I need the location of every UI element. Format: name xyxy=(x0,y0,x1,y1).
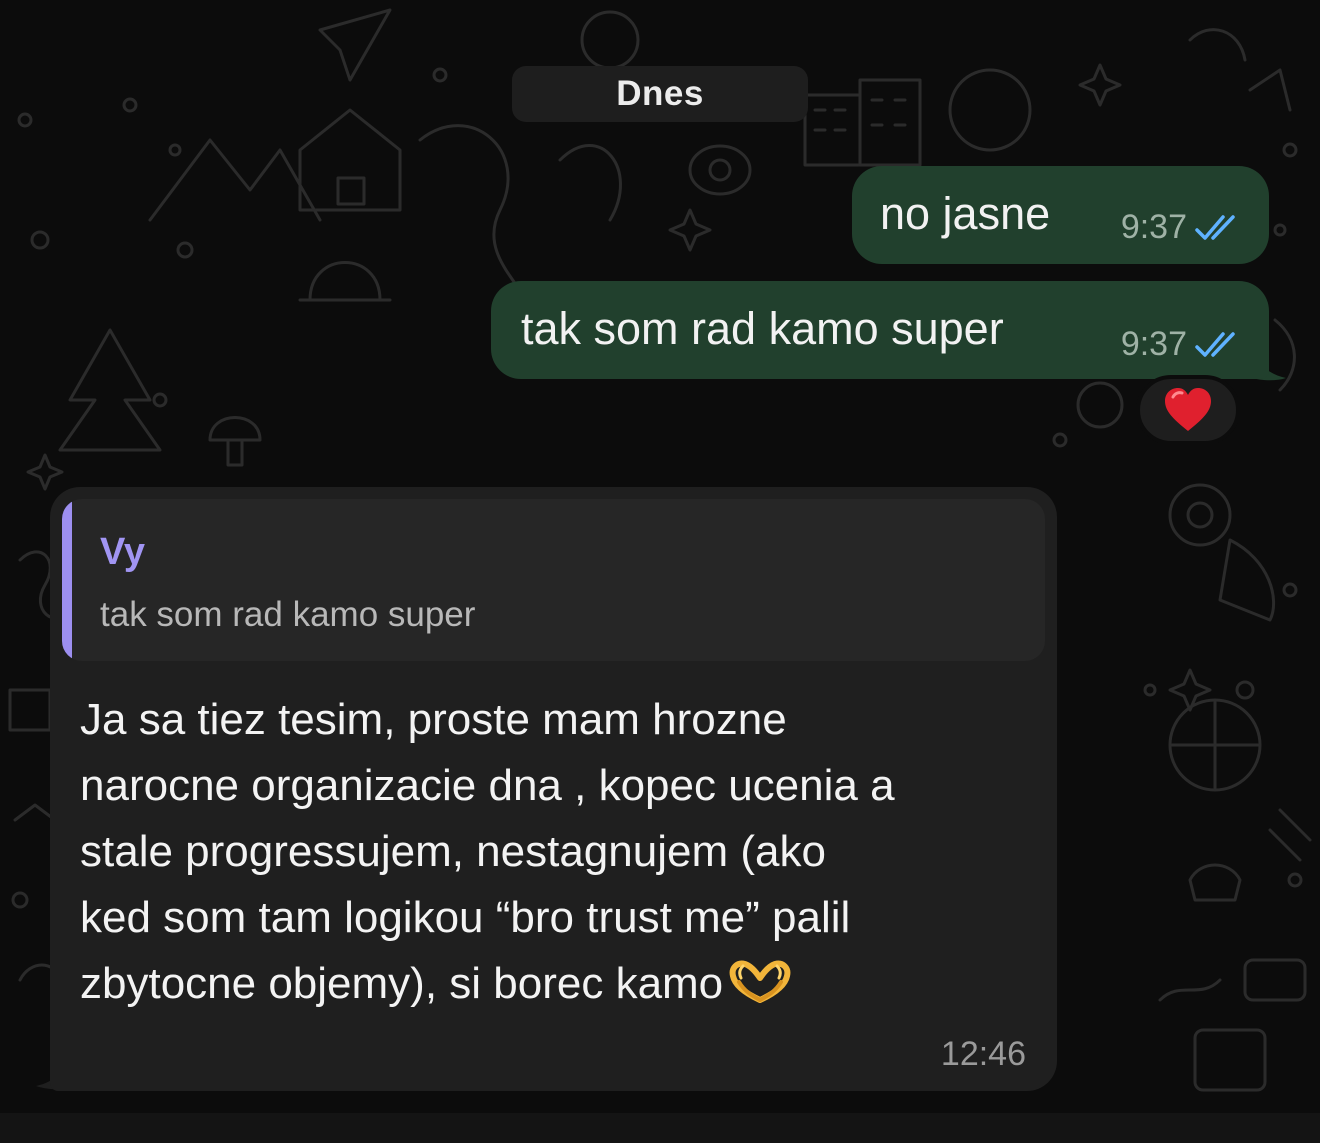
date-separator: Dnes xyxy=(512,66,808,122)
message-line: narocne organizacie dna , kopec ucenia a xyxy=(80,761,895,810)
reply-quote[interactable]: Vy tak som rad kamo super xyxy=(62,499,1045,661)
message-meta: 9:37 xyxy=(1121,325,1239,364)
incoming-message[interactable]: Vy tak som rad kamo super Ja sa tiez tes… xyxy=(50,487,1057,1091)
bottom-bar xyxy=(0,1113,1320,1143)
message-text: Ja sa tiez tesim, proste mam hrozne naro… xyxy=(80,687,1030,1023)
message-text: no jasne xyxy=(880,188,1051,239)
message-line: Ja sa tiez tesim, proste mam hrozne xyxy=(80,695,787,744)
read-receipt-icon xyxy=(1195,330,1239,360)
message-meta: 9:37 xyxy=(1121,208,1239,247)
reply-quote-author: Vy xyxy=(100,531,146,573)
message-line: zbytocne objemy), si borec kamo xyxy=(80,959,724,1008)
message-time: 12:46 xyxy=(940,1035,1026,1073)
message-reaction[interactable] xyxy=(1136,375,1240,445)
message-time: 9:37 xyxy=(1120,325,1187,363)
message-last-line: zbytocne objemy), si borec kamo xyxy=(80,951,1030,1023)
heart-hands-emoji-icon xyxy=(729,957,791,1023)
reply-quote-text: tak som rad kamo super xyxy=(100,595,476,634)
outgoing-message[interactable]: tak som rad kamo super 9:37 xyxy=(491,281,1269,379)
message-text: tak som rad kamo super xyxy=(521,303,1004,354)
message-time: 9:37 xyxy=(1120,208,1187,246)
read-receipt-icon xyxy=(1195,213,1239,243)
message-line: stale progressujem, nestagnujem (ako xyxy=(80,827,826,876)
message-line: ked som tam logikou “bro trust me” palil xyxy=(80,893,851,942)
outgoing-message[interactable]: no jasne 9:37 xyxy=(852,166,1269,264)
reply-quote-bar xyxy=(62,499,72,661)
red-heart-icon xyxy=(1165,388,1211,431)
